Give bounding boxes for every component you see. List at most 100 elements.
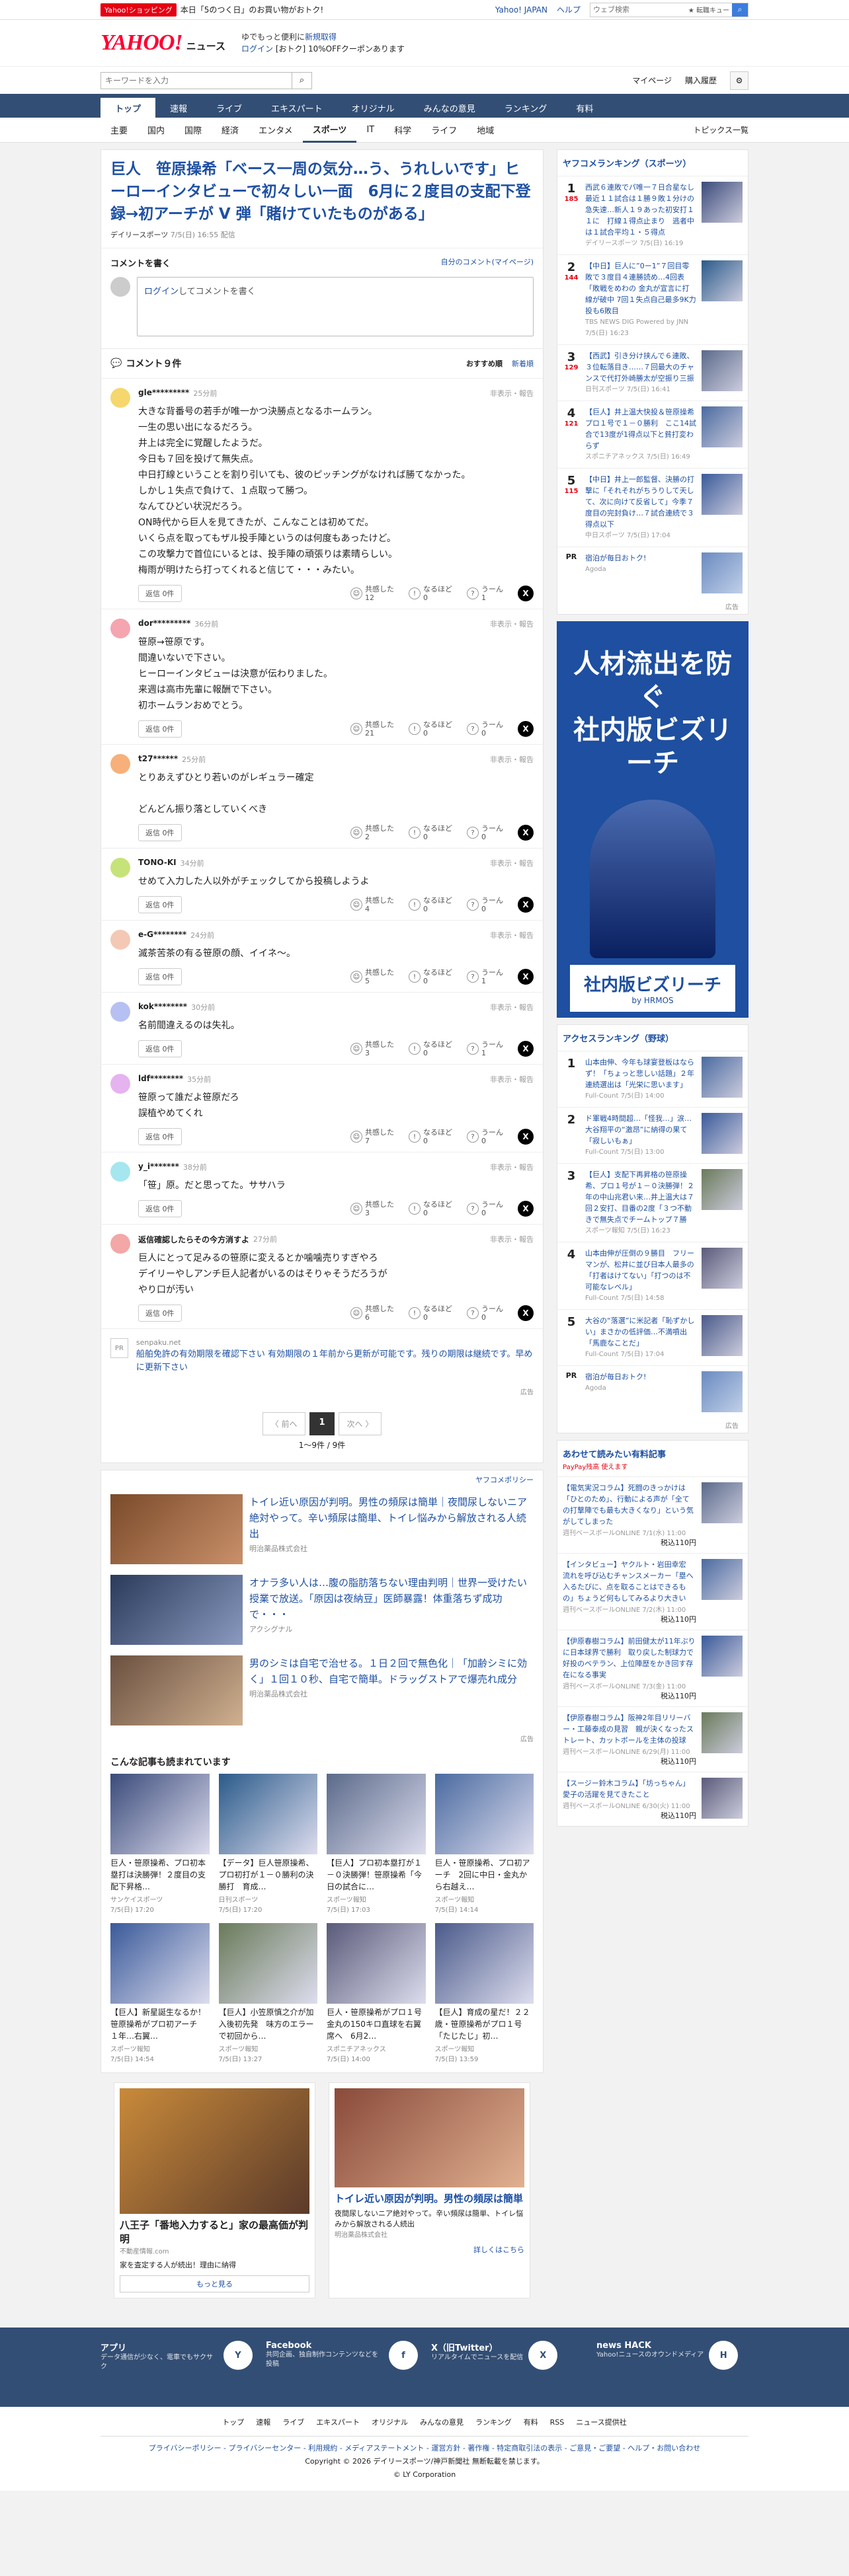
paid-thumbnail[interactable] — [702, 1482, 743, 1523]
empathy-button[interactable]: ☺ 共感した 3 — [350, 1040, 394, 1057]
reply-button[interactable]: 返信 0件 — [138, 1200, 182, 1217]
next-page-button[interactable]: 次へ 〉 — [338, 1412, 382, 1435]
x-share-icon[interactable]: X — [518, 721, 534, 737]
rank-thumbnail[interactable] — [702, 182, 743, 223]
ad-title[interactable]: 八王子「番地入力すると」家の最高価が判明 — [120, 2218, 309, 2246]
related-article[interactable]: 【巨人】小笠原慎之介が加入後初先発 味方のエラーで初回から… スポーツ報知 7/5(… — [218, 1923, 317, 2063]
comment-login-link[interactable]: ログイン — [144, 287, 179, 297]
article-title[interactable]: 【巨人】新星誕生なるか！笹原操希がプロ初アーチ １年…右翼… — [110, 2006, 210, 2042]
footer-nav-item[interactable]: 速報 — [256, 2416, 270, 2429]
ranking-item[interactable]: 2 144 【中日】巨人に”0ー1”７回目零敗で３度目４連勝読め…4回表「敗戦をめわ… — [557, 254, 748, 344]
report-link[interactable]: 非表示・報告 — [490, 1162, 534, 1172]
pr-image[interactable] — [702, 1371, 743, 1412]
related-article[interactable]: 巨人・笹原操希、プロ初アーチ 2回に中日・金丸から右越え… スポーツ報知 7/5(日… — [434, 1774, 534, 1914]
article-source[interactable]: デイリースポーツ — [110, 231, 168, 239]
paid-item[interactable]: 【電気実況コラム】死闘のきっかけは「ひとのため」、行動による声が「全ての打撃陣で… — [557, 1476, 748, 1553]
access-item[interactable]: 5 大谷の“落選”に米記者「恥ずかしい」まさかの低評価…不満噴出「馬鹿なことだ」 F… — [557, 1309, 748, 1365]
shopping-promo[interactable]: 本日「5のつく日」のお買い物がおトク! — [181, 4, 495, 15]
nav-expert[interactable]: エキスパート — [257, 98, 337, 118]
hmm-button[interactable]: ? うーん 0 — [467, 824, 503, 841]
empathy-button[interactable]: ☺ 共感した 12 — [350, 585, 394, 602]
rank-thumbnail[interactable] — [702, 1315, 743, 1356]
ad-item[interactable]: オナラ多い人は…腹の脂肪落ちない理由判明｜世界一受けたい授業で放送。「原因は夜納… — [101, 1570, 543, 1650]
report-link[interactable]: 非表示・報告 — [490, 1074, 534, 1084]
naruhodo-button[interactable]: ! なるほど 0 — [409, 1128, 452, 1145]
reply-button[interactable]: 返信 0件 — [138, 720, 182, 738]
comment-username[interactable]: gle********* — [138, 388, 189, 398]
hmm-button[interactable]: ? うーん 0 — [467, 1200, 503, 1217]
footer-nav-item[interactable]: ニュース提供社 — [576, 2416, 626, 2429]
footer-nav-item[interactable]: トップ — [222, 2416, 244, 2429]
login-link[interactable]: ログイン — [241, 44, 273, 54]
yahoo-logo[interactable]: YAHOO! ニュース — [101, 30, 225, 56]
related-article[interactable]: 【巨人】プロ初本塁打が１－０決勝弾！笹原操希「今日の試合に… スポーツ報知 7/5(… — [327, 1774, 426, 1914]
ranking-item[interactable]: 1 185 西武６連敗でパ唯一７日合星なし 最近１１試合は１勝９敗１分けの急失速…新… — [557, 176, 748, 254]
comment-username[interactable]: 返信確認したらその今方消すよ — [138, 1234, 249, 1245]
purchase-history-link[interactable]: 購入履歴 — [685, 75, 717, 86]
reply-button[interactable]: 返信 0件 — [138, 968, 182, 985]
footer-nav-item[interactable]: オリジナル — [372, 2416, 408, 2429]
hmm-button[interactable]: ? うーん 0 — [467, 1305, 503, 1322]
article-thumbnail[interactable] — [434, 1774, 534, 1854]
article-title[interactable]: 巨人・笹原操希、プロ初アーチ 2回に中日・金丸から右越え… — [435, 1857, 534, 1893]
nav-original[interactable]: オリジナル — [337, 98, 409, 118]
naruhodo-button[interactable]: ! なるほど 0 — [409, 1040, 452, 1057]
rank-title[interactable]: 山本由伸が圧倒の９勝目 フリーマンが、松井に並び日本人最多の「打者はけてない」「… — [585, 1248, 696, 1293]
pr-title[interactable]: 宿泊が毎日おトク! — [585, 1371, 696, 1383]
my-comments-link[interactable]: 自分のコメント(マイページ) — [441, 256, 534, 269]
rank-title[interactable]: 山本由伸、今年も球宴登板はならず！「ちょっと悲しい話題」２年連続選出は「光栄に思… — [585, 1057, 696, 1090]
rank-thumbnail[interactable] — [702, 1248, 743, 1289]
report-link[interactable]: 非表示・報告 — [490, 754, 534, 765]
ranking-item[interactable]: 4 121 【巨人】井上温大快投＆笹原操希プロ１号で１－０勝利 ここ14試合で13度… — [557, 400, 748, 468]
comment-username[interactable]: y_i******* — [138, 1162, 179, 1172]
empathy-button[interactable]: ☺ 共感した 21 — [350, 720, 394, 738]
footer-nav-item[interactable]: ライブ — [282, 2416, 304, 2429]
article-title[interactable]: 巨人・笹原操希、プロ初本塁打は決勝弾！２度目の支配下昇格… — [110, 1857, 210, 1893]
cat-life[interactable]: ライフ — [421, 118, 467, 143]
nav-opinion[interactable]: みんなの意見 — [409, 98, 490, 118]
empathy-button[interactable]: ☺ 共感した 4 — [350, 896, 394, 913]
avatar[interactable] — [110, 930, 130, 950]
search-icon[interactable]: ⌕ — [292, 72, 311, 89]
nav-top[interactable]: トップ — [101, 98, 156, 118]
rank-thumbnail[interactable] — [702, 350, 743, 391]
footer-nav-item[interactable]: エキスパート — [316, 2416, 360, 2429]
empathy-button[interactable]: ☺ 共感した 2 — [350, 824, 394, 841]
paid-thumbnail[interactable] — [702, 1778, 743, 1819]
nav-ranking[interactable]: ランキング — [490, 98, 562, 118]
footer-app[interactable]: アプリ データ通信が少なく、電車でもサクサク Y — [101, 2341, 253, 2394]
related-article[interactable]: 巨人・笹原操希がプロ１号 金丸の150キロ直球を右翼席へ 6月2… スポニチアネッ… — [327, 1923, 430, 2063]
avatar[interactable] — [110, 754, 130, 774]
ad-image[interactable] — [120, 2088, 309, 2214]
yahoo-japan-link[interactable]: Yahoo! JAPAN — [495, 5, 547, 15]
paid-thumbnail[interactable] — [702, 1559, 743, 1600]
ad-image[interactable] — [110, 1655, 243, 1725]
pr-title[interactable]: 宿泊が毎日おトク! — [585, 552, 696, 564]
paid-title[interactable]: 【インタビュー】ヤクルト・岩田幸宏 流れを呼び込むチャンスメーカー「塁へ入るたび… — [563, 1559, 696, 1604]
comment-username[interactable]: dor********* — [138, 619, 190, 629]
x-share-icon[interactable]: X — [518, 1041, 534, 1057]
footer-newshack[interactable]: news HACK Yahoo!ニュースのオウンドメディア H — [596, 2341, 748, 2394]
ad-title[interactable]: トイレ近い原因が判明。男性の頻尿は簡単 — [335, 2191, 524, 2205]
sort-recommended[interactable]: おすすめ順 — [466, 358, 503, 369]
cat-economy[interactable]: 経済 — [212, 118, 249, 143]
ad-item[interactable]: トイレ近い原因が判明。男性の頻尿は簡単｜夜間尿しないニア絶対やって。辛い頻尿は簡… — [101, 1489, 543, 1570]
naruhodo-button[interactable]: ! なるほど 0 — [409, 824, 452, 841]
avatar[interactable] — [110, 858, 130, 878]
ranking-item[interactable]: 3 129 【西武】引き分け挟んで６連敗、３位転落目き……７回最大のチャンスで代打外… — [557, 344, 748, 400]
comment-username[interactable]: t27****** — [138, 754, 178, 765]
shopping-badge[interactable]: Yahoo!ショッピング — [101, 3, 177, 17]
avatar[interactable] — [110, 1002, 130, 1022]
footer-nav-item[interactable]: 有料 — [524, 2416, 538, 2429]
rank-title[interactable]: 【中日】井上一郎監督、決勝の打撃に「それそれがちうりして天して、次に向けて反省し… — [585, 474, 696, 530]
pr-item[interactable]: PR senpaku.net 船舶免許の有効期限を確認下さい 有効期限の１年前か… — [101, 1328, 543, 1384]
article-thumbnail[interactable] — [434, 1923, 534, 2004]
nav-breaking[interactable]: 速報 — [155, 98, 202, 118]
ad-image[interactable] — [110, 1575, 243, 1645]
footer-facebook[interactable]: Facebook 共同企画、独自制作コンテンツなどを投稿 f — [266, 2341, 418, 2394]
avatar[interactable] — [110, 619, 130, 638]
signup-link[interactable]: 新規取得 — [305, 32, 337, 42]
naruhodo-button[interactable]: ! なるほど 0 — [409, 585, 452, 602]
footer-nav-item[interactable]: みんなの意見 — [420, 2416, 464, 2429]
bizreach-ad[interactable]: 人材流出を防ぐ 社内版ビズリーチ 社内版ビズリーチ by HRMOS — [557, 621, 748, 1018]
